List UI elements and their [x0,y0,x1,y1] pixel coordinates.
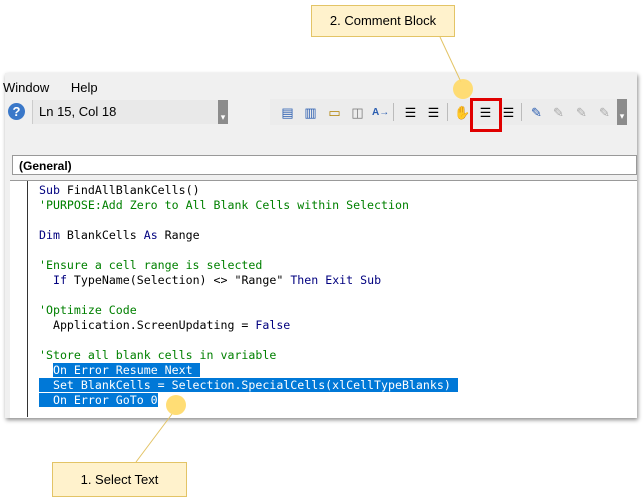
callout-lines [135,36,462,463]
callout-line-select [135,413,173,463]
selection-end-marker [166,395,186,415]
callout-line-comment [439,36,462,83]
callout-select-text: 1. Select Text [52,462,187,497]
click-marker [453,79,473,99]
callout-comment-block: 2. Comment Block [311,5,455,37]
